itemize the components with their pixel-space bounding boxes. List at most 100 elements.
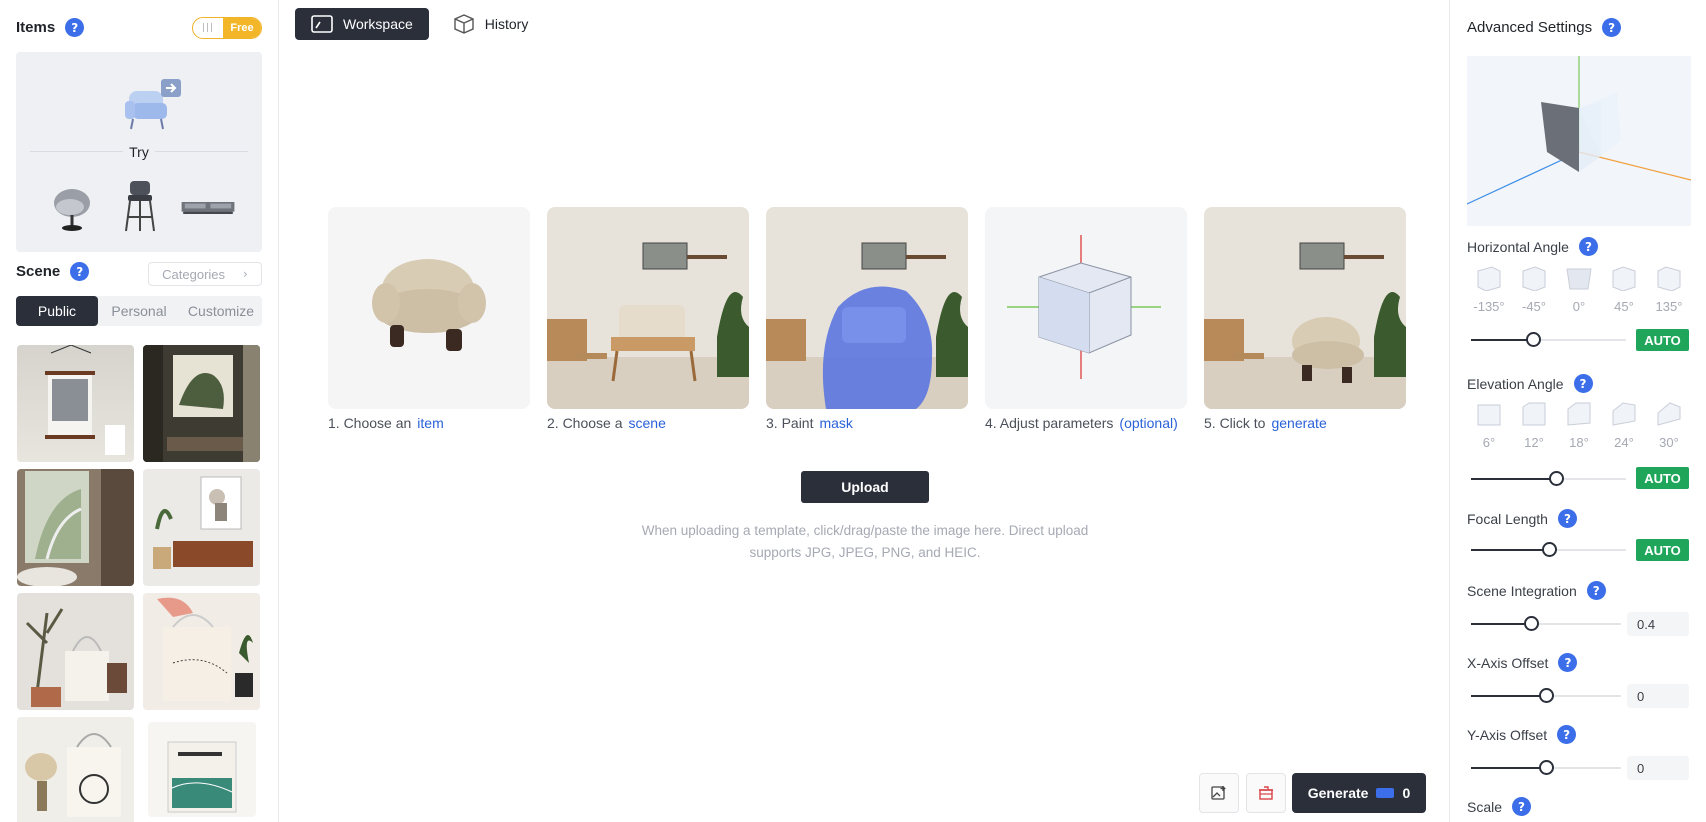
step-card-mask[interactable] — [766, 207, 968, 409]
angle-preview[interactable] — [1466, 56, 1692, 226]
elevation-angle-slider[interactable] — [1471, 471, 1626, 486]
help-icon[interactable]: ? — [65, 18, 85, 37]
e-angle-option[interactable]: 30° — [1647, 401, 1691, 450]
slider-knob[interactable] — [1526, 332, 1541, 347]
scene-thumb[interactable] — [17, 345, 134, 462]
e-angle-option[interactable]: 24° — [1602, 401, 1646, 450]
generate-cost: 0 — [1402, 785, 1411, 801]
categories-dropdown[interactable]: Categories › — [148, 262, 262, 286]
slider-knob[interactable] — [1549, 471, 1565, 486]
step-4-link[interactable]: (optional) — [1119, 415, 1177, 431]
generate-label: Generate — [1307, 785, 1369, 801]
step-3-link[interactable]: mask — [819, 415, 852, 431]
x-axis-offset-input[interactable]: 0 — [1627, 684, 1689, 708]
h-angle-option[interactable]: 45° — [1602, 265, 1646, 314]
scene-image — [17, 469, 134, 586]
slider-knob[interactable] — [1524, 616, 1539, 631]
elevation-auto-button[interactable]: AUTO — [1636, 467, 1689, 489]
generated-scene-image — [1204, 242, 1406, 409]
tab-customize[interactable]: Customize — [180, 296, 262, 326]
h-angle-option[interactable]: -45° — [1512, 265, 1556, 314]
slider-knob[interactable] — [1541, 542, 1557, 557]
help-icon[interactable]: ? — [1602, 18, 1622, 37]
items-try-box[interactable]: Try — [16, 52, 262, 252]
scene-integration-slider[interactable] — [1471, 616, 1621, 631]
history-cube-icon — [454, 14, 474, 34]
clear-button[interactable] — [1246, 773, 1286, 813]
y-axis-offset-input[interactable]: 0 — [1627, 756, 1689, 780]
focal-length-label: Focal Length? — [1467, 509, 1577, 528]
scene-thumb[interactable] — [143, 469, 260, 586]
scale-label: Scale? — [1467, 797, 1532, 816]
h-angle-option[interactable]: 135° — [1647, 265, 1691, 314]
e-angle-option[interactable]: 12° — [1512, 401, 1556, 450]
round-chair-thumb[interactable] — [42, 177, 98, 235]
scene-thumb[interactable] — [143, 345, 260, 462]
tab-personal[interactable]: Personal — [98, 296, 180, 326]
try-label: Try — [16, 144, 262, 160]
generate-button[interactable]: Generate 0 — [1292, 773, 1426, 813]
scene-thumb[interactable] — [17, 469, 134, 586]
scene-image — [25, 608, 127, 707]
step-card-item[interactable] — [328, 207, 530, 409]
focal-auto-button[interactable]: AUTO — [1636, 539, 1689, 561]
tab-workspace-label: Workspace — [343, 16, 413, 32]
help-icon[interactable]: ? — [1557, 509, 1577, 528]
tab-public[interactable]: Public — [16, 296, 98, 326]
advanced-settings-title: Advanced Settings — [1467, 19, 1593, 36]
scene-image — [157, 597, 253, 701]
help-icon[interactable]: ? — [70, 262, 90, 281]
y-axis-offset-slider[interactable] — [1471, 760, 1621, 775]
e-angle-option[interactable]: 18° — [1557, 401, 1601, 450]
masked-scene-image — [766, 242, 968, 409]
step-2-link[interactable]: scene — [629, 415, 666, 431]
scene-image — [153, 476, 253, 569]
step-5-link[interactable]: generate — [1271, 415, 1326, 431]
trash-icon — [1259, 786, 1273, 800]
armchair-image — [372, 259, 486, 351]
tab-workspace[interactable]: Workspace — [295, 8, 429, 40]
tv-stand-thumb[interactable] — [180, 177, 236, 235]
x-axis-offset-slider[interactable] — [1471, 688, 1621, 703]
upload-button[interactable]: Upload — [801, 471, 929, 503]
slider-knob[interactable] — [1539, 688, 1554, 703]
left-panel: Items ? ||| Free Try Scene ? Categories … — [0, 0, 279, 822]
upload-hint[interactable]: When uploading a template, click/drag/pa… — [600, 520, 1130, 564]
scene-thumb[interactable] — [143, 593, 260, 710]
tab-history[interactable]: History — [437, 8, 545, 40]
h-angle-option[interactable]: 0° — [1557, 265, 1601, 314]
scene-title: Scene — [16, 263, 61, 280]
free-label: Free — [223, 18, 261, 38]
help-icon[interactable]: ? — [1558, 653, 1578, 672]
horizontal-angle-slider[interactable] — [1471, 332, 1626, 347]
scene-integration-input[interactable]: 0.4 — [1627, 612, 1689, 636]
step-card-generate[interactable] — [1204, 207, 1406, 409]
free-toggle[interactable]: ||| Free — [192, 17, 262, 39]
step-1-link[interactable]: item — [417, 415, 443, 431]
step-2-label: 2. Choose a scene — [547, 415, 666, 431]
help-icon[interactable]: ? — [1578, 237, 1598, 256]
help-icon[interactable]: ? — [1586, 581, 1606, 600]
scene-thumb[interactable] — [17, 593, 134, 710]
help-icon[interactable]: ? — [1573, 374, 1593, 393]
scene-thumb[interactable] — [148, 722, 256, 817]
step-card-params[interactable] — [985, 207, 1187, 409]
help-icon[interactable]: ? — [1512, 797, 1532, 816]
image-add-icon — [1211, 786, 1226, 800]
e-angle-option[interactable]: 6° — [1467, 401, 1511, 450]
chair-try-icon — [125, 79, 181, 130]
step-card-scene[interactable] — [547, 207, 749, 409]
cube-angle-icon — [1477, 266, 1501, 291]
focal-length-slider[interactable] — [1471, 542, 1626, 557]
image-add-button[interactable] — [1199, 773, 1239, 813]
scene-thumb[interactable] — [17, 717, 134, 822]
elevation-angle-options: 6° 12° 18° 24° 30° — [1467, 401, 1691, 450]
scene-image — [143, 345, 260, 462]
scene-integration-label: Scene Integration? — [1467, 581, 1606, 600]
slider-knob[interactable] — [1539, 760, 1554, 775]
bar-stool-thumb[interactable] — [112, 177, 168, 235]
h-angle-option[interactable]: -135° — [1467, 265, 1511, 314]
horizontal-auto-button[interactable]: AUTO — [1636, 329, 1689, 351]
help-icon[interactable]: ? — [1557, 725, 1577, 744]
advanced-settings-header: Advanced Settings ? — [1467, 18, 1622, 37]
